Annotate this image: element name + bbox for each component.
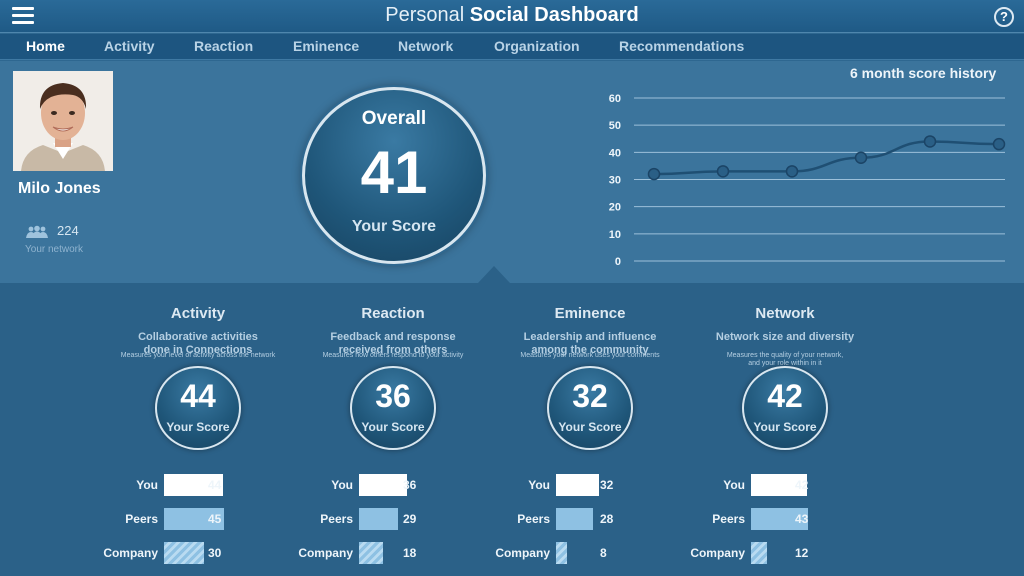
avatar-portrait [13,71,113,171]
eminence-score: 32 [572,378,608,414]
network-peers-label: Peers [712,512,745,526]
network-description-line-1: Network size and diversity [715,331,855,343]
overall-score-label: Your Score [351,218,437,235]
activity-company-label: Company [103,546,158,560]
data-point[interactable] [716,165,730,178]
eminence-you-value: 32 [600,478,614,492]
y-tick-label: 0 [615,256,621,268]
network-count[interactable]: 224 [57,223,79,238]
reaction-you-label: You [331,478,353,492]
history-chart-title: 6 month score history [850,65,997,81]
avatar[interactable] [13,71,113,171]
title-bar: Personal Social Dashboard ? [0,0,1024,33]
overall-score: 41 [360,139,428,206]
network-company-bar [751,542,767,564]
activity-peers-value: 45 [208,512,222,526]
eminence-company-bar [556,542,567,564]
eminence-score-badge[interactable]: 32 Your Score [547,366,633,450]
reaction-description-line-1: Feedback and response [330,331,456,343]
data-point[interactable] [647,167,661,181]
reaction-you-value: 36 [403,478,417,492]
tab-eminence[interactable]: Eminence [293,38,359,54]
network-score-badge[interactable]: 42 Your Score [742,366,828,450]
network-company-value: 12 [795,546,809,560]
network-label: Your network [25,244,83,255]
tab-home[interactable]: Home [26,38,65,54]
network-peers-value: 43 [795,512,809,526]
data-point[interactable] [785,165,799,178]
reaction-score-badge[interactable]: 36 Your Score [350,366,436,450]
help-icon[interactable]: ? [994,7,1014,27]
overall-score-badge[interactable]: Overall 41 Your Score [302,87,486,264]
y-tick-label: 20 [609,202,621,214]
nav-tabs: Home Activity Reaction Eminence Network … [0,34,1024,60]
app-title-bold: Social Dashboard [469,4,639,26]
reaction-peers-value: 29 [403,512,417,526]
y-tick-label: 50 [609,120,621,132]
activity-score-label: Your Score [166,420,230,434]
y-tick-label: 10 [609,229,621,241]
activity-you-value: 44 [208,478,222,492]
reaction-note-line-1: Measures how others respond to your acti… [322,352,464,359]
overall-title: Overall [361,108,427,129]
activity-peers-label: Peers [125,512,158,526]
eminence-peers-label: Peers [517,512,550,526]
reaction-you-bar [359,474,407,496]
app-title: Personal Social Dashboard [0,4,1024,27]
network-note-line-1: Measures the quality of your network, [726,352,844,359]
activity-company-value: 30 [208,546,222,560]
series-line [653,140,1000,176]
eminence-you-label: You [528,478,550,492]
eminence-note-line-1: Measures your network uses your comments [520,352,660,359]
activity-title: Activity [170,305,226,322]
eminence-title: Eminence [554,305,626,322]
tab-recommendations[interactable]: Recommendations [619,38,744,54]
eminence-description-line-1: Leadership and influence [523,331,657,343]
activity-company-bar [164,542,204,564]
tab-activity[interactable]: Activity [104,38,155,54]
y-tick-label: 40 [609,147,621,159]
network-you-label: You [723,478,745,492]
score-history-chart: 0 10 20 30 40 50 60 [609,93,1006,268]
network-title: Network [755,305,815,322]
eminence-you-bar [556,474,599,496]
categories-panel [0,283,1024,576]
y-tick-label: 60 [609,93,621,105]
panel-pointer [478,266,510,283]
network-score-label: Your Score [753,420,817,434]
reaction-company-label: Company [298,546,353,560]
reaction-company-bar [359,542,383,564]
reaction-title: Reaction [361,305,425,322]
reaction-peers-label: Peers [320,512,353,526]
network-company-label: Company [690,546,745,560]
activity-score-badge[interactable]: 44 Your Score [155,366,241,450]
eminence-peers-bar [556,508,593,530]
reaction-peers-bar [359,508,398,530]
tab-network[interactable]: Network [398,38,453,54]
reaction-score: 36 [375,378,411,414]
eminence-peers-value: 28 [600,512,614,526]
data-point[interactable] [923,135,937,148]
people-icon [26,225,48,238]
eminence-company-label: Company [495,546,550,560]
activity-note-line-1: Measures your level of activity across t… [120,352,276,359]
app-title-light: Personal [385,4,465,26]
tab-organization[interactable]: Organization [494,38,580,54]
eminence-score-label: Your Score [558,420,622,434]
network-score: 42 [767,378,803,414]
activity-you-label: You [136,478,158,492]
y-tick-label: 30 [609,175,621,187]
reaction-company-value: 18 [403,546,417,560]
network-you-value: 42 [795,478,809,492]
eminence-company-value: 8 [600,546,607,560]
data-point[interactable] [854,151,868,165]
reaction-score-label: Your Score [361,420,425,434]
activity-score: 44 [180,378,216,414]
tab-reaction[interactable]: Reaction [194,38,253,54]
activity-description-line-1: Collaborative activities [138,331,258,343]
user-name: Milo Jones [18,180,101,197]
data-point[interactable] [992,137,1006,151]
